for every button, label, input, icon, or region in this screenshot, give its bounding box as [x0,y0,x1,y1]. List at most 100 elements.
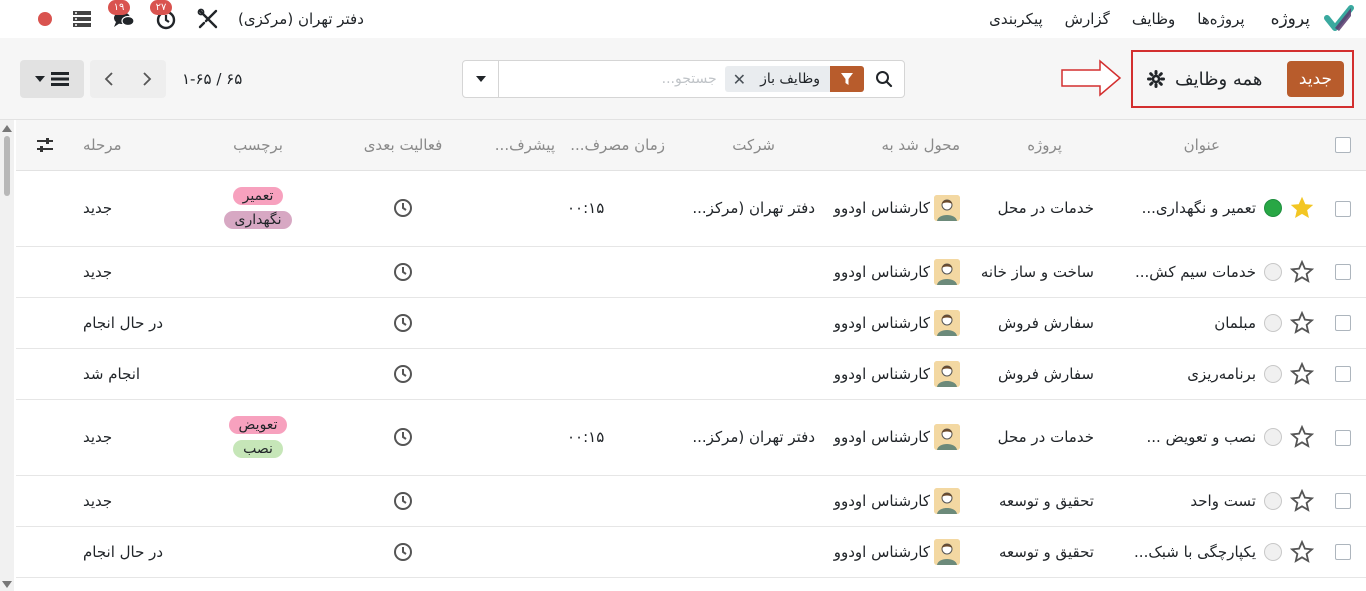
user-avatar-icon[interactable] [934,195,960,221]
title-cell[interactable]: مبلمان [1108,297,1320,349]
column-header-company[interactable]: شرکت [671,120,821,171]
table-row[interactable]: تعمیر و نگهداری... خدمات در محل کارشناس … [16,170,1366,247]
task-progress [473,475,561,527]
user-avatar-icon[interactable] [934,360,960,387]
task-project: خدمات در محل [966,170,1108,247]
activity-clock-icon[interactable] [393,364,413,384]
star-icon[interactable] [1290,361,1314,386]
scroll-up-icon[interactable] [2,124,12,132]
table-row[interactable]: برنامه‌ریزی سفارش فروش کارشناس اودوو انج… [16,348,1366,400]
column-header-assignee[interactable]: محول شد به [821,120,966,171]
title-cell[interactable]: تعمیر و نگهداری... [1108,170,1320,247]
column-header-next-activity[interactable]: فعالیت بعدی [333,120,473,171]
task-time-spent [561,475,671,527]
task-project: سفارش فروش [966,297,1108,349]
star-icon[interactable] [1290,539,1314,564]
scroll-thumb[interactable] [4,136,10,196]
search-icon[interactable] [864,61,904,97]
assignee-name: کارشناس اودوو [833,199,930,217]
app-name[interactable]: پروژه [1271,9,1310,29]
column-header-time-spent[interactable]: زمان مصرف... [561,120,671,171]
pager-previous-button[interactable] [90,60,128,98]
messages-chat-icon[interactable]: ۱۹ [108,0,136,31]
title-cell[interactable]: یکپارچگی با شبک... [1108,526,1320,578]
activities-clock-icon[interactable]: ۲۷ [150,0,178,31]
activity-clock-icon[interactable] [393,262,413,282]
gear-icon[interactable] [1147,70,1165,88]
project-app-logo-icon[interactable] [1324,4,1354,34]
row-select-cell [1320,348,1366,400]
new-task-button[interactable]: جدید [1286,61,1344,97]
column-settings-cell [16,120,73,171]
kanban-state-icon[interactable] [1264,313,1282,332]
table-row[interactable]: نصب و تعویض ... خدمات در محل کارشناس اود… [16,399,1366,476]
activity-clock-icon[interactable] [393,198,413,218]
table-row[interactable]: مبلمان سفارش فروش کارشناس اودوو در حال ا… [16,297,1366,349]
star-icon[interactable] [1290,425,1314,449]
column-header-progress[interactable]: پیشرف... [473,120,561,171]
caret-down-icon [475,76,486,82]
pager-value[interactable]: ۱-۶۵ / ۶۵ [182,70,242,88]
pager-next-button[interactable] [128,60,166,98]
menu-configuration[interactable]: پیکربندی [989,10,1043,28]
task-progress [473,399,561,476]
facet-remove-icon[interactable]: ✕ [725,70,754,89]
select-all-checkbox[interactable] [1335,137,1351,154]
kanban-state-icon[interactable] [1264,262,1282,281]
star-icon[interactable] [1290,488,1314,513]
row-checkbox[interactable] [1335,493,1351,509]
kanban-state-icon[interactable] [1264,364,1282,383]
row-checkbox[interactable] [1335,264,1351,280]
server-stack-icon[interactable] [70,7,94,31]
star-icon[interactable] [1290,259,1314,284]
vertical-scrollbar[interactable] [0,120,14,591]
user-avatar-icon[interactable] [934,309,960,336]
row-checkbox[interactable] [1335,429,1351,446]
search-options-toggle[interactable] [463,61,499,97]
star-icon[interactable] [1290,310,1314,335]
row-checkbox[interactable] [1335,544,1351,560]
activity-cell [333,475,473,527]
kanban-state-icon[interactable] [1264,428,1282,446]
title-cell[interactable]: تست واحد [1108,475,1320,527]
table-row[interactable]: تست واحد تحقیق و توسعه کارشناس اودوو جدی… [16,475,1366,527]
menu-reporting[interactable]: گزارش [1065,10,1110,28]
column-header-title[interactable]: عنوان [1108,120,1320,171]
optional-columns-icon[interactable] [34,134,56,156]
table-row[interactable]: خدمات سیم کش... ساخت و ساز خانه کارشناس … [16,246,1366,298]
menu-projects[interactable]: پروژه‌ها [1197,10,1244,28]
search-input[interactable] [499,61,725,97]
user-avatar-icon[interactable] [934,424,960,450]
assignee-name: کارشناس اودوو [833,428,930,446]
user-avatar-icon[interactable] [934,538,960,565]
column-header-stage[interactable]: مرحله [73,120,183,171]
activity-clock-icon[interactable] [393,427,413,447]
kanban-state-icon[interactable] [1264,542,1282,561]
table-row[interactable]: یکپارچگی با شبک... تحقیق و توسعه کارشناس… [16,526,1366,578]
view-switcher-button[interactable] [20,60,84,98]
user-avatar-icon[interactable] [934,487,960,514]
assignee-name: کارشناس اودوو [833,313,930,332]
kanban-state-icon[interactable] [1264,199,1282,217]
row-checkbox[interactable] [1335,366,1351,382]
company-switcher[interactable]: دفتر تهران (مرکزی) [238,10,364,28]
column-header-tags[interactable]: برچسب [183,120,333,171]
activity-clock-icon[interactable] [393,491,413,511]
activity-clock-icon[interactable] [393,313,413,333]
row-checkbox[interactable] [1335,200,1351,217]
star-icon[interactable] [1290,196,1314,220]
row-checkbox[interactable] [1335,315,1351,331]
debug-tools-icon[interactable] [196,7,220,31]
user-avatar-icon[interactable] [934,258,960,285]
task-project: ساخت و ساز خانه [966,246,1108,298]
title-cell[interactable]: برنامه‌ریزی [1108,348,1320,400]
column-header-project[interactable]: پروژه [966,120,1108,171]
title-cell[interactable]: خدمات سیم کش... [1108,246,1320,298]
kanban-state-icon[interactable] [1264,491,1282,510]
task-table: عنوان پروژه محول شد به شرکت زمان مصرف...… [16,120,1366,578]
scroll-down-icon[interactable] [2,581,12,589]
activity-clock-icon[interactable] [393,542,413,562]
search-facet: وظایف باز ✕ [724,66,864,92]
menu-tasks[interactable]: وظایف [1132,10,1175,28]
title-cell[interactable]: نصب و تعویض ... [1108,399,1320,476]
